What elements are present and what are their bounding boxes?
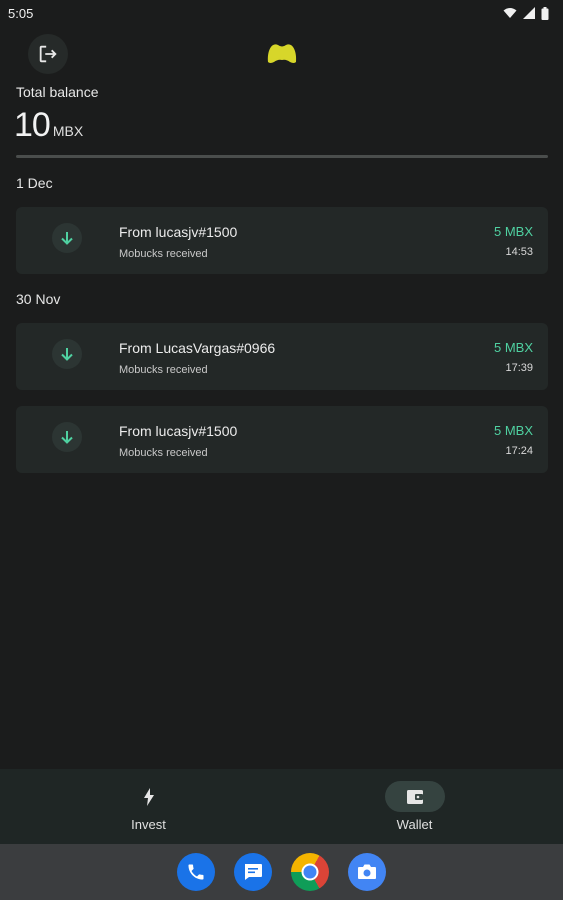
transaction-subtitle: Mobucks received — [119, 364, 208, 376]
status-icons — [503, 6, 549, 20]
transaction-amount: 5 MBX — [493, 340, 533, 355]
nav-item-wallet[interactable]: Wallet — [274, 769, 555, 844]
mobucks-logo — [267, 44, 297, 63]
transaction-time: 17:24 — [505, 445, 533, 457]
transaction-subtitle: Mobucks received — [119, 447, 208, 459]
receive-icon — [52, 422, 82, 452]
nav-pill-active — [384, 781, 445, 812]
messages-icon[interactable] — [234, 853, 272, 891]
balance-unit: MBX — [52, 123, 84, 139]
logout-icon — [39, 45, 57, 63]
status-bar: 5:05 — [0, 0, 563, 26]
transaction-card[interactable]: From lucasjv#1500 Mobucks received 5 MBX… — [16, 207, 548, 274]
chrome-icon[interactable] — [291, 853, 329, 891]
transaction-title: From lucasjv#1500 — [119, 423, 238, 439]
bolt-icon — [143, 787, 154, 806]
logout-button[interactable] — [28, 34, 68, 74]
balance-label: Total balance — [16, 84, 99, 100]
divider — [16, 155, 548, 158]
nav-label: Wallet — [396, 817, 433, 832]
receive-icon — [52, 223, 82, 253]
wifi-icon — [503, 8, 517, 18]
date-header: 1 Dec — [16, 175, 53, 191]
status-time: 5:05 — [8, 5, 34, 21]
app-header — [0, 26, 563, 82]
bottom-nav: Invest Wallet — [0, 769, 563, 844]
wallet-icon — [406, 789, 423, 804]
system-dock — [0, 844, 563, 900]
transaction-time: 17:39 — [505, 362, 533, 374]
nav-pill — [119, 781, 179, 812]
transaction-time: 14:53 — [505, 246, 533, 258]
transaction-amount: 5 MBX — [493, 224, 533, 239]
balance-display: 10 MBX — [14, 106, 83, 145]
balance-amount: 10 — [14, 106, 51, 144]
camera-icon[interactable] — [348, 853, 386, 891]
transaction-card[interactable]: From LucasVargas#0966 Mobucks received 5… — [16, 323, 548, 390]
transaction-subtitle: Mobucks received — [119, 248, 208, 260]
date-header: 30 Nov — [16, 291, 61, 307]
transaction-card[interactable]: From lucasjv#1500 Mobucks received 5 MBX… — [16, 406, 548, 473]
phone-icon[interactable] — [177, 853, 215, 891]
battery-icon — [541, 6, 549, 20]
transaction-title: From LucasVargas#0966 — [119, 340, 276, 356]
transaction-amount: 5 MBX — [493, 423, 533, 438]
receive-icon — [52, 339, 82, 369]
nav-label: Invest — [131, 817, 166, 832]
cellular-icon — [523, 7, 535, 19]
transaction-title: From lucasjv#1500 — [119, 224, 238, 240]
nav-item-invest[interactable]: Invest — [8, 769, 289, 844]
